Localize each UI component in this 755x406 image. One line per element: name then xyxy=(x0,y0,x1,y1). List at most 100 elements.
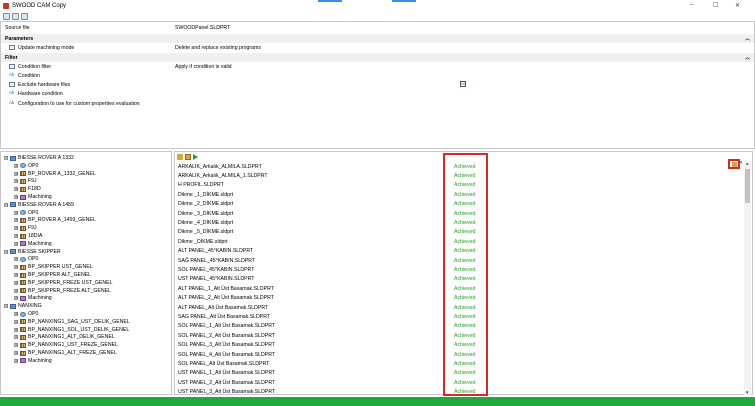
expand-toggle-icon[interactable]: ⊞ xyxy=(14,257,18,262)
scroll-up-icon[interactable]: ▲ xyxy=(745,161,749,166)
tree-node[interactable]: ⊞ BP_ROVER A_1459_GENEL xyxy=(14,216,96,224)
expand-toggle-icon[interactable]: ⊞ xyxy=(14,171,18,176)
expand-toggle-icon[interactable]: ⊞ xyxy=(14,351,18,355)
filter-section[interactable]: Filter ︿ xyxy=(1,53,754,62)
expand-toggle-icon[interactable]: ⊞ xyxy=(14,343,18,348)
save-icon[interactable] xyxy=(12,12,19,20)
file-row-name[interactable]: ALT PANEL_45°KABIN.SLDPRT xyxy=(178,247,253,256)
tree-node[interactable]: ⊞ BP_NANXING1_SOL_UST_DELIK_GENEL xyxy=(14,326,129,334)
file-row-name[interactable]: SAĞ PANEL_45°KABIN.SLDPRT xyxy=(178,256,255,265)
hardware-condition-row[interactable]: Ab Hardware condition xyxy=(1,89,754,98)
file-row-name[interactable]: SAG PANEL_Alt Üst Basamak.SLDPRT xyxy=(178,312,270,321)
tree-node[interactable]: ⊟ BIESSE ROVER A 1332 xyxy=(4,154,74,162)
expand-toggle-icon[interactable]: ⊟ xyxy=(4,202,8,207)
expand-toggle-icon[interactable]: ⊟ xyxy=(4,249,8,254)
tree-node[interactable]: ⊞ Machining xyxy=(14,357,52,365)
file-row-name[interactable]: Dikme _2_DİKME.sldprt xyxy=(178,200,233,209)
exclude-hardware-row[interactable]: Exclude hardware files ☑ xyxy=(1,80,754,89)
file-row-name[interactable]: H PROFIL.SLDPRT xyxy=(178,181,224,190)
tree-node[interactable]: ⊞ BP_SKIPPER UST_GENEL xyxy=(14,263,93,271)
tree-node[interactable]: ⊞ OP0 xyxy=(14,255,38,263)
expand-toggle-icon[interactable]: ⊞ xyxy=(14,319,18,324)
tree-node[interactable]: ⊞ OP0 xyxy=(14,162,38,170)
condition-filter-value[interactable]: Apply if condition is valid xyxy=(175,64,232,70)
tree-node[interactable]: ⊞ BP_NANXING1_ALT_DELIK_GENEL xyxy=(14,333,115,341)
file-row-name[interactable]: SOL PANEL_45°KABIN.SLDPRT xyxy=(178,265,254,274)
tree-node[interactable]: ⊞ F9J xyxy=(14,224,37,232)
collapse-parameters-icon[interactable]: ︿ xyxy=(745,35,750,42)
exclude-hardware-checkbox[interactable]: ☑ xyxy=(460,81,466,87)
expand-toggle-icon[interactable]: ⊞ xyxy=(14,327,18,332)
file-row-name[interactable]: SOL PANEL_Alt Üst Basamak.SLDPRT xyxy=(178,359,269,368)
collapse-filter-icon[interactable]: ︿ xyxy=(745,54,750,61)
tree-node[interactable]: ⊟ BIESSE ROVER A 1459 xyxy=(4,201,74,209)
expand-toggle-icon[interactable]: ⊞ xyxy=(14,312,18,316)
scroll-thumb[interactable] xyxy=(745,169,750,203)
file-row-name[interactable]: UST PANEL_45°KABIN.SLDPRT xyxy=(178,275,254,284)
tree-node[interactable]: ⊞ BP_NANXING1_ALT_FREZE_GENEL xyxy=(14,349,117,357)
minimize-button[interactable]: – xyxy=(690,2,693,8)
file-row-name[interactable]: SOL PANEL_1_Alt Üst Basamak.SLDPRT xyxy=(178,322,275,331)
file-row-name[interactable]: SOL PANEL_3_Alt Üst Basamak.SLDPRT xyxy=(178,341,275,350)
update-mode-row[interactable]: Update machining mode Delete and replace… xyxy=(1,43,754,52)
tree-node[interactable]: ⊞ F9J xyxy=(14,177,37,185)
configuration-row[interactable]: Ab Configuration to use for custom prope… xyxy=(1,99,754,108)
expand-toggle-icon[interactable]: ⊞ xyxy=(14,296,18,301)
parameters-section[interactable]: Parameters ︿ xyxy=(1,34,754,43)
expand-toggle-icon[interactable]: ⊞ xyxy=(14,179,18,184)
save-as-icon[interactable] xyxy=(21,12,28,20)
expand-toggle-icon[interactable]: ⊞ xyxy=(14,358,18,363)
open-folder-icon[interactable] xyxy=(3,12,10,20)
tree-node[interactable]: ⊞ OP0 xyxy=(14,310,38,318)
tree-node[interactable]: ⊟ BIESSE SKIPPER xyxy=(4,248,61,256)
file-row-name[interactable]: ALT PANEL_Alt Üst Basamak.SLDPRT xyxy=(178,303,268,312)
file-row-name[interactable]: UST PANEL_3_Alt Üst Basamak.SLDPRT xyxy=(178,388,275,397)
tree-node[interactable]: ⊞ Machining xyxy=(14,294,52,302)
close-button[interactable]: ✕ xyxy=(735,2,740,9)
expand-toggle-icon[interactable]: ⊞ xyxy=(14,280,18,285)
tree-node[interactable]: ⊞ 18DIA xyxy=(14,232,42,240)
expand-toggle-icon[interactable]: ⊞ xyxy=(14,195,18,199)
file-row-name[interactable]: SOL PANEL_2_Alt Üst Basamak.SLDPRT xyxy=(178,331,275,340)
expand-toggle-icon[interactable]: ⊞ xyxy=(14,241,18,246)
source-file-value[interactable]: SWOODPanel.SLDPRT xyxy=(175,25,230,31)
expand-toggle-icon[interactable]: ⊟ xyxy=(4,156,8,160)
file-row-name[interactable]: ARKALIK_Arkalık_ALMILA_1.SLDPRT xyxy=(178,171,268,180)
condition-row[interactable]: Ab Condition xyxy=(1,71,754,80)
list-close-icon[interactable]: ✕ xyxy=(739,160,743,166)
tree-node[interactable]: ⊟ NANXING xyxy=(4,302,42,310)
file-row-name[interactable]: Dikme _3_DİKME.sldprt xyxy=(178,209,233,218)
tree-node[interactable]: ⊞ OP0 xyxy=(14,209,38,217)
tree-node[interactable]: ⊞ BP_SKIPPER_FREZE ALT_GENEL xyxy=(14,287,111,295)
file-row-name[interactable]: UST PANEL_2_Alt Üst Basamak.SLDPRT xyxy=(178,378,275,387)
vertical-scrollbar[interactable]: ▲ ▼ xyxy=(744,161,751,395)
update-mode-value[interactable]: Delete and replace existing programs xyxy=(175,45,261,51)
expand-toggle-icon[interactable]: ⊞ xyxy=(14,273,18,277)
expand-toggle-icon[interactable]: ⊞ xyxy=(14,234,18,238)
folder-icon[interactable] xyxy=(177,154,183,160)
tree-node[interactable]: ⊞ BP_SKIPPER ALT_GENEL xyxy=(14,271,91,279)
tree-node[interactable]: ⊞ BP_ROVER A_1332_GENEL xyxy=(14,170,96,178)
expand-toggle-icon[interactable]: ⊞ xyxy=(14,335,18,340)
expand-toggle-icon[interactable]: ⊟ xyxy=(4,304,8,309)
maximize-button[interactable]: ☐ xyxy=(713,2,718,9)
file-row-name[interactable]: Dikme _5_DİKME.sldprt xyxy=(178,228,233,237)
expand-toggle-icon[interactable]: ⊞ xyxy=(14,288,18,293)
file-row-name[interactable]: ALT PANEL_1_Alt Üst Basamak.SLDPRT xyxy=(178,284,274,293)
expand-toggle-icon[interactable]: ⊞ xyxy=(14,226,18,231)
tree-node[interactable]: ⊞ BP_NANXING1_UST_FREZE_GENEL xyxy=(14,341,118,349)
run-icon[interactable] xyxy=(193,154,198,160)
file-row-name[interactable]: UST PANEL_1_Alt Üst Basamak.SLDPRT xyxy=(178,369,275,378)
file-row-name[interactable]: ALT PANEL_2_Alt Üst Basamak.SLDPRT xyxy=(178,294,274,303)
tree-node[interactable]: ⊞ Machining xyxy=(14,240,52,248)
file-row-name[interactable]: Dikme _4_DİKME.sldprt xyxy=(178,218,233,227)
file-row-name[interactable]: Dikme _DİKME.sldprt xyxy=(178,237,228,246)
tree-node[interactable]: ⊞ F18D xyxy=(14,185,41,193)
expand-toggle-icon[interactable]: ⊞ xyxy=(14,265,18,270)
file-row-name[interactable]: ARKALIK_Arkalık_ALMILA.SLDPRT xyxy=(178,162,262,171)
tree-node[interactable]: ⊞ BP_NANXING1_SAG_UST_DELIK_GENEL xyxy=(14,318,130,326)
expand-toggle-icon[interactable]: ⊞ xyxy=(14,210,18,215)
condition-filter-row[interactable]: Condition filter Apply if condition is v… xyxy=(1,62,754,71)
expand-toggle-icon[interactable]: ⊞ xyxy=(14,187,18,192)
expand-toggle-icon[interactable]: ⊞ xyxy=(14,163,18,168)
